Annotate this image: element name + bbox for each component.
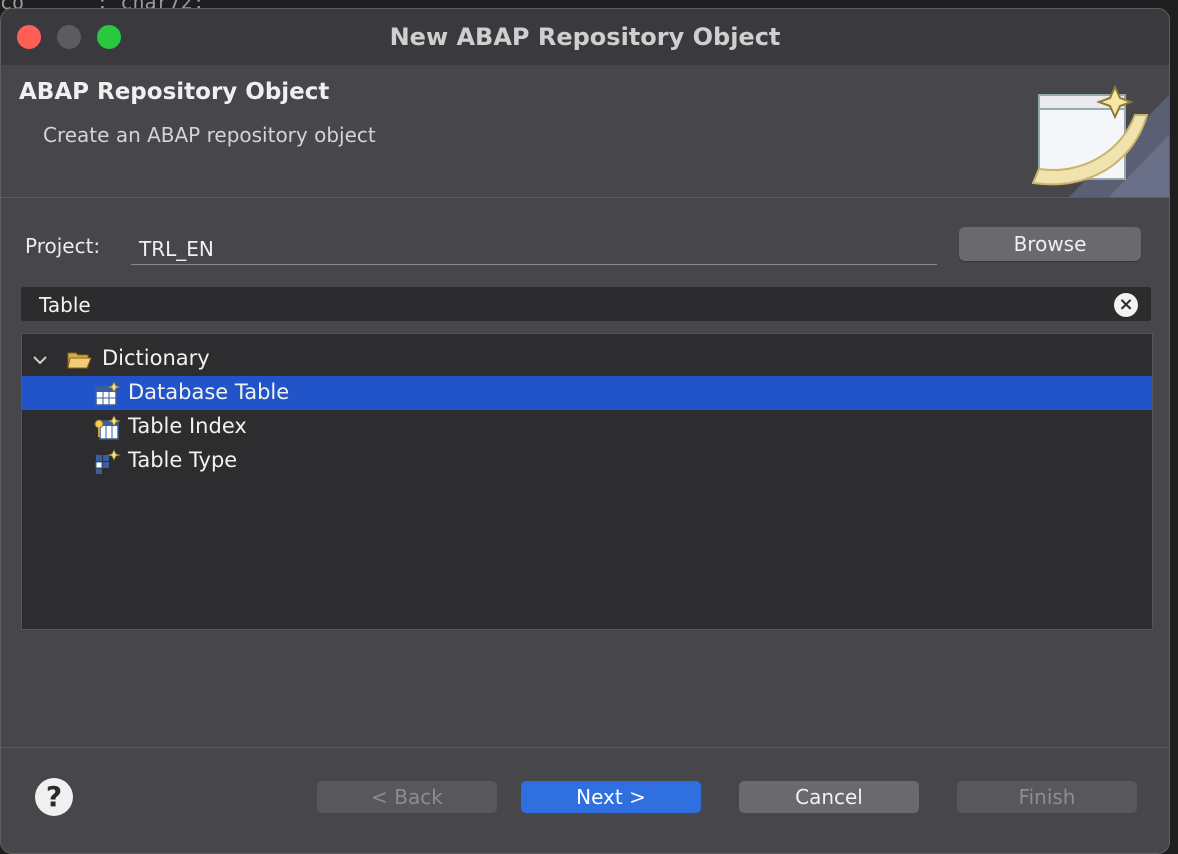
wizard-dialog: New ABAP Repository Object ABAP Reposito… [0,8,1170,854]
next-button[interactable]: Next > [521,781,701,813]
title-bar: New ABAP Repository Object [1,9,1169,66]
browse-button[interactable]: Browse [959,227,1141,261]
back-button[interactable]: < Back [317,781,497,813]
wizard-banner: ABAP Repository Object Create an ABAP re… [1,65,1169,198]
tree-item-label: Table Type [128,448,238,472]
table-index-icon [94,415,120,440]
banner-title: ABAP Repository Object [19,79,330,105]
object-type-tree: Dictionary Database Table Table Index Ta… [21,333,1153,630]
project-input[interactable]: TRL_EN [131,231,937,265]
tree-item-table-type[interactable]: Table Type [22,444,1152,478]
tree-item-label: Database Table [128,380,290,404]
clear-icon[interactable]: × [1114,293,1138,317]
banner-description: Create an ABAP repository object [43,123,376,147]
table-type-icon [95,449,120,474]
tree-item-database-table[interactable]: Database Table [22,376,1152,410]
tree-group-dictionary[interactable]: Dictionary [22,342,1152,376]
footer-divider [1,747,1169,748]
tree-group-label: Dictionary [102,346,210,370]
help-icon[interactable]: ? [35,778,73,816]
chevron-down-icon[interactable] [30,350,50,370]
tree-item-label: Table Index [128,414,247,438]
finish-button[interactable]: Finish [957,781,1137,813]
filter-input[interactable]: Table [21,287,1151,321]
database-table-icon [95,381,120,406]
project-label: Project: [25,234,101,258]
wizard-wand-icon [1031,84,1169,197]
cancel-button[interactable]: Cancel [739,781,919,813]
window-title: New ABAP Repository Object [389,23,781,51]
tree-item-table-index[interactable]: Table Index [22,410,1152,444]
folder-open-icon [67,352,92,369]
